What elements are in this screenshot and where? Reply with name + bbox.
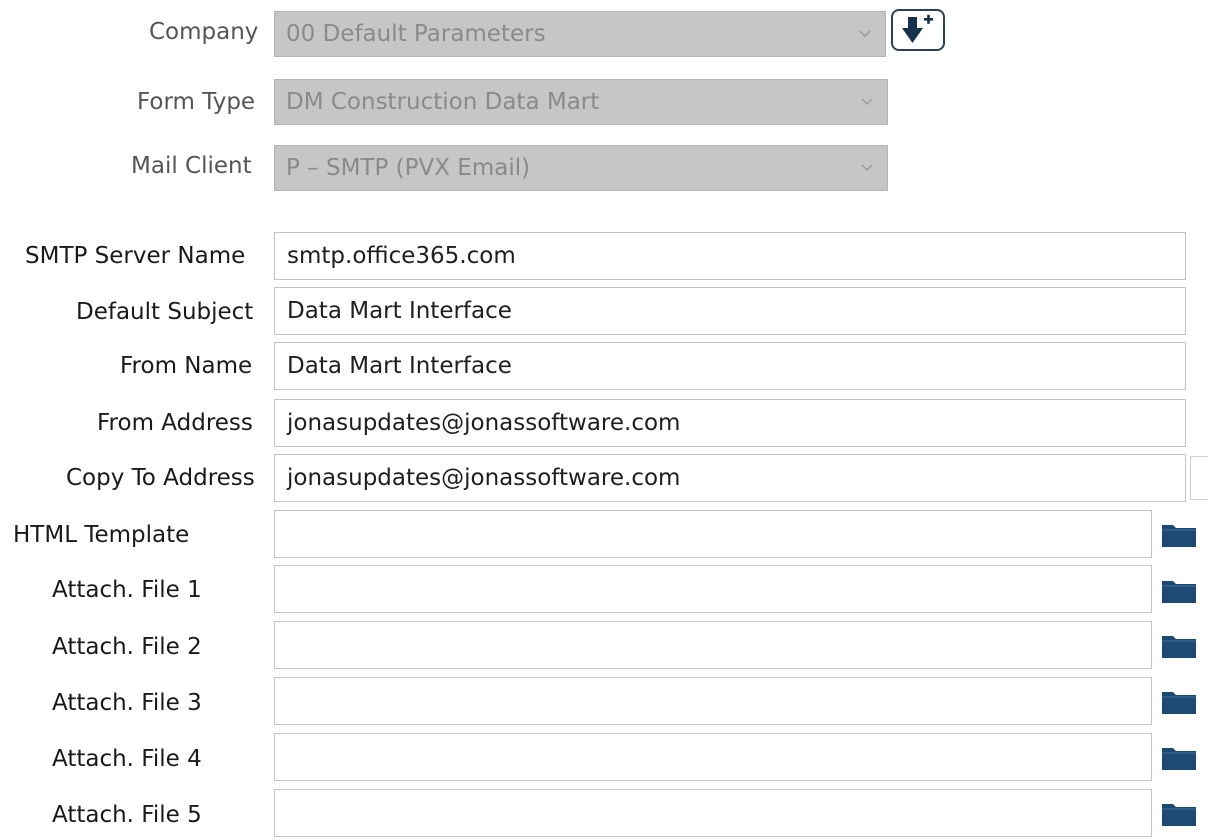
smtp-server-name-label: SMTP Server Name <box>25 243 246 269</box>
smtp-server-name-value: smtp.office365.com <box>287 243 516 269</box>
default-subject-label: Default Subject <box>76 299 254 325</box>
company-lookup-button[interactable] <box>891 9 945 51</box>
form-type-select[interactable]: DM Construction Data Mart <box>274 79 888 125</box>
copy-to-address-field[interactable]: jonasupdates@jonassoftware.com <box>274 454 1186 502</box>
html-template-field[interactable] <box>274 510 1152 558</box>
folder-icon[interactable] <box>1160 741 1198 773</box>
from-name-value: Data Mart Interface <box>287 353 512 379</box>
folder-icon[interactable] <box>1160 685 1198 717</box>
form-type-label: Form Type <box>137 89 256 115</box>
copy-to-address-value: jonasupdates@jonassoftware.com <box>287 465 681 491</box>
attach-file-1-label: Attach. File 1 <box>52 577 202 603</box>
from-address-label: From Address <box>97 410 253 436</box>
folder-icon[interactable] <box>1160 629 1198 661</box>
from-name-label: From Name <box>120 353 253 379</box>
smtp-server-name-field[interactable]: smtp.office365.com <box>274 232 1186 280</box>
attach-file-2-field[interactable] <box>274 621 1152 669</box>
attach-file-1-field[interactable] <box>274 565 1152 613</box>
folder-icon[interactable] <box>1160 574 1198 606</box>
attach-file-4-label: Attach. File 4 <box>52 746 202 772</box>
attach-file-3-label: Attach. File 3 <box>52 690 202 716</box>
from-name-field[interactable]: Data Mart Interface <box>274 342 1186 390</box>
chevron-down-icon <box>859 30 871 38</box>
chevron-down-icon <box>861 98 873 106</box>
folder-icon[interactable] <box>1160 797 1198 829</box>
mail-client-label: Mail Client <box>131 153 252 179</box>
chevron-down-icon <box>861 164 873 172</box>
from-address-value: jonasupdates@jonassoftware.com <box>287 410 681 436</box>
form-type-select-value: DM Construction Data Mart <box>286 89 600 115</box>
html-template-label: HTML Template <box>13 522 190 548</box>
mail-client-select[interactable]: P – SMTP (PVX Email) <box>274 145 888 191</box>
company-select-value: 00 Default Parameters <box>286 21 546 47</box>
from-address-field[interactable]: jonasupdates@jonassoftware.com <box>274 399 1186 447</box>
attach-file-5-label: Attach. File 5 <box>52 802 202 828</box>
default-subject-value: Data Mart Interface <box>287 298 512 324</box>
attach-file-4-field[interactable] <box>274 733 1152 781</box>
default-subject-field[interactable]: Data Mart Interface <box>274 287 1186 335</box>
company-label: Company <box>149 19 259 45</box>
attach-file-5-field[interactable] <box>274 789 1152 837</box>
mail-client-select-value: P – SMTP (PVX Email) <box>286 155 531 181</box>
attach-file-3-field[interactable] <box>274 677 1152 725</box>
folder-icon[interactable] <box>1160 518 1198 550</box>
email-settings-form: Company 00 Default Parameters Form Type … <box>0 0 1212 840</box>
attach-file-2-label: Attach. File 2 <box>52 634 202 660</box>
download-arrow-plus-icon <box>902 14 933 43</box>
copy-to-address-label: Copy To Address <box>66 465 255 491</box>
field-edge-marker <box>1190 456 1208 500</box>
company-select[interactable]: 00 Default Parameters <box>274 11 886 57</box>
